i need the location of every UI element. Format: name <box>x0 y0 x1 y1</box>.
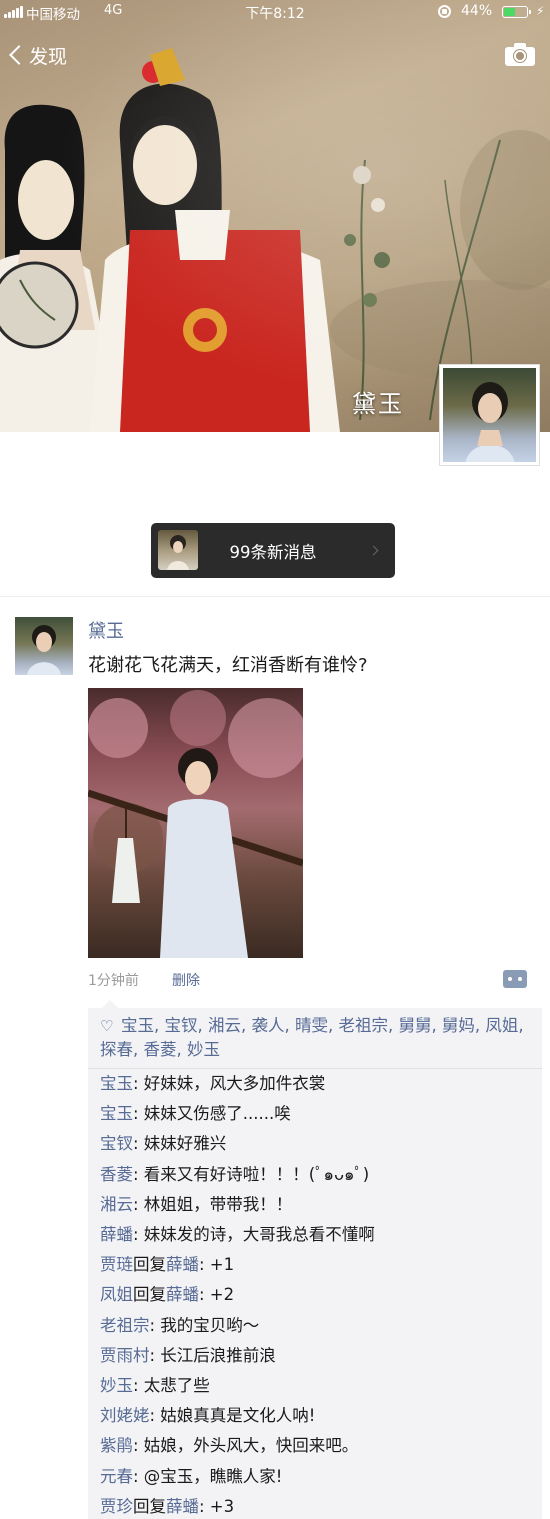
comment-text: : 妹妹发的诗，大哥我总看不懂啊 <box>133 1225 375 1244</box>
section-divider <box>0 596 550 597</box>
reply-target[interactable]: 薛蟠 <box>166 1497 199 1516</box>
comment-author[interactable]: 元春 <box>100 1467 133 1486</box>
comment-row[interactable]: 凤姐回复薛蟠: +2 <box>100 1283 234 1307</box>
comment-row[interactable]: 薛蟠: 妹妹发的诗，大哥我总看不懂啊 <box>100 1223 375 1247</box>
comment-author[interactable]: 贾珍 <box>100 1497 133 1516</box>
comment-row[interactable]: 湘云: 林姐姐，带带我！！ <box>100 1193 292 1217</box>
comment-author[interactable]: 贾雨村 <box>100 1346 150 1365</box>
post-photo[interactable] <box>88 688 303 958</box>
comment-text: : 妹妹又伤感了......唉 <box>133 1104 291 1124</box>
comment-author[interactable]: 凤姐 <box>100 1285 133 1304</box>
rotation-lock-icon <box>438 5 451 18</box>
back-button[interactable]: 发现 <box>6 38 67 72</box>
comment-author[interactable]: 贾琏 <box>100 1255 133 1274</box>
reply-word: 回复 <box>133 1255 166 1275</box>
comment-text: : 长江后浪推前浪 <box>149 1345 276 1365</box>
status-bar: 中国移动 4G 下午8:12 44% ⚡ <box>0 0 550 24</box>
back-label: 发现 <box>29 45 68 68</box>
comment-row[interactable]: 元春: @宝玉，瞧瞧人家! <box>100 1465 282 1489</box>
comment-text: : @宝玉，瞧瞧人家! <box>133 1466 283 1486</box>
comment-text: : 姑娘，外头风大，快回来吧。 <box>133 1436 359 1456</box>
comment-text: : 姑娘真真是文化人呐! <box>149 1406 316 1426</box>
comment-text: : 林姐姐，带带我！！ <box>133 1194 293 1214</box>
comment-row[interactable]: 刘姥姥: 姑娘真真是文化人呐! <box>100 1404 315 1428</box>
comment-text: : 我的宝贝哟～ <box>149 1315 260 1335</box>
heart-icon: ♡ <box>100 1017 114 1035</box>
interaction-panel: ♡ 宝玉, 宝钗, 湘云, 袭人, 晴雯, 老祖宗, 舅舅, 舅妈, 凤姐, 探春… <box>88 1000 542 1519</box>
comment-author[interactable]: 宝玉 <box>100 1074 133 1093</box>
comment-text: : 妹妹好雅兴 <box>133 1134 227 1154</box>
comment-author[interactable]: 妙玉 <box>100 1376 133 1395</box>
reply-target[interactable]: 薛蟠 <box>166 1255 199 1274</box>
cover-username: 黛玉 <box>352 390 404 418</box>
comment-row[interactable]: 宝玉: 妹妹又伤感了......唉 <box>100 1102 291 1126</box>
likes-names[interactable]: 宝玉, 宝钗, 湘云, 袭人, 晴雯, 老祖宗, 舅舅, 舅妈, 凤姐, 探春,… <box>100 1016 524 1059</box>
comment-text: : 太悲了些 <box>133 1376 210 1395</box>
comment-row[interactable]: 妙玉: 太悲了些 <box>100 1374 210 1398</box>
profile-avatar[interactable] <box>439 364 540 466</box>
comment-author[interactable]: 宝钗 <box>100 1134 133 1153</box>
comment-text: : +1 <box>199 1255 235 1275</box>
comment-text: : 好妹妹，风大多加件衣裳 <box>133 1074 326 1093</box>
comment-author[interactable]: 宝玉 <box>100 1104 133 1123</box>
battery-icon <box>502 6 531 18</box>
charging-icon: ⚡ <box>536 4 545 18</box>
reply-word: 回复 <box>133 1285 166 1305</box>
comment-author[interactable]: 刘姥姥 <box>100 1406 150 1425</box>
camera-button[interactable] <box>505 42 535 66</box>
battery-percent: 44% <box>461 3 493 19</box>
comment-text: : +3 <box>199 1496 235 1516</box>
comment-text: : 看来又有好诗啦！！！(ﾟ๑ᴗ๑ﾟ) <box>133 1164 370 1184</box>
comment-row[interactable]: 贾琏回复薛蟠: +1 <box>100 1253 234 1277</box>
comment-row[interactable]: 香菱: 看来又有好诗啦！！！(ﾟ๑ᴗ๑ﾟ) <box>100 1163 369 1187</box>
comment-author[interactable]: 紫鹃 <box>100 1436 133 1455</box>
reply-target[interactable]: 薛蟠 <box>166 1285 199 1304</box>
post-author-name[interactable]: 黛玉 <box>88 617 124 643</box>
camera-lens <box>514 50 526 62</box>
comment-row[interactable]: 紫鹃: 姑娘，外头风大，快回来吧。 <box>100 1434 358 1458</box>
comment-row[interactable]: 宝钗: 妹妹好雅兴 <box>100 1132 226 1156</box>
comment-row[interactable]: 老祖宗: 我的宝贝哟～ <box>100 1314 259 1338</box>
post-author-avatar[interactable] <box>15 617 73 675</box>
comment-author[interactable]: 湘云 <box>100 1195 133 1214</box>
chevron-left-icon <box>9 45 29 65</box>
reply-word: 回复 <box>133 1496 166 1516</box>
comment-menu-button[interactable] <box>503 970 527 988</box>
post-photo-image <box>88 690 303 958</box>
comment-author[interactable]: 香菱 <box>100 1165 133 1184</box>
delete-post-button[interactable]: 删除 <box>172 970 200 990</box>
dot-icon <box>508 977 512 981</box>
dot-icon <box>518 977 522 981</box>
comment-author[interactable]: 老祖宗 <box>100 1316 150 1335</box>
likes-list: ♡ 宝玉, 宝钗, 湘云, 袭人, 晴雯, 老祖宗, 舅舅, 舅妈, 凤姐, 探春… <box>100 1014 532 1062</box>
comment-author[interactable]: 薛蟠 <box>100 1225 133 1244</box>
post-text: 花谢花飞花满天，红消香断有谁怜? <box>88 655 368 676</box>
post-timestamp: 1分钟前 <box>88 973 139 989</box>
new-messages-label: 99条新消息 <box>229 542 317 562</box>
post-author-avatar-image <box>27 625 61 675</box>
profile-avatar-image <box>465 382 515 462</box>
new-messages-button[interactable]: 99条新消息 <box>151 523 395 578</box>
comment-row[interactable]: 贾珍回复薛蟠: +3 <box>100 1495 234 1519</box>
comment-row[interactable]: 宝玉: 好妹妹，风大多加件衣裳 <box>100 1072 325 1096</box>
comment-row[interactable]: 贾雨村: 长江后浪推前浪 <box>100 1344 276 1368</box>
nav-bar: 发现 <box>0 30 550 80</box>
battery-fill <box>504 8 515 16</box>
likes-separator <box>88 1068 542 1069</box>
comment-text: : +2 <box>199 1285 235 1305</box>
